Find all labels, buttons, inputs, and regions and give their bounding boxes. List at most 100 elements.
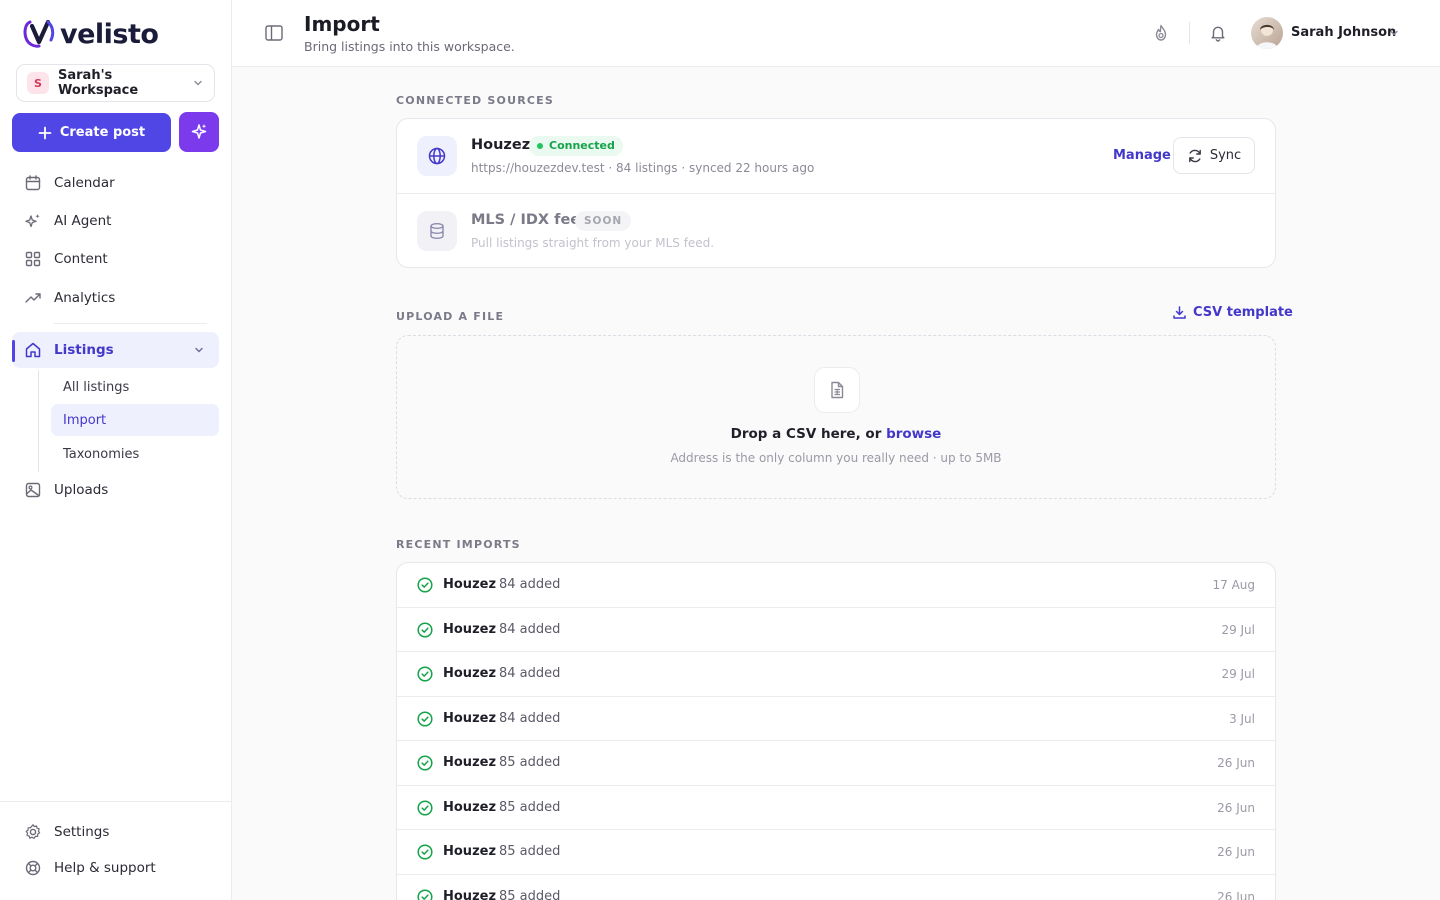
sidebar-subitem-label: Import	[63, 412, 107, 428]
csv-template-label: CSV template	[1193, 305, 1293, 320]
chevron-down-icon	[195, 347, 203, 353]
connected-sources-heading: CONNECTED SOURCES	[396, 94, 554, 107]
import-source: Houzez	[443, 799, 497, 815]
table-row[interactable]: Houzez 85 added 26 Jun	[397, 786, 1275, 830]
globe-icon	[428, 147, 446, 165]
status-badge-soon: SOON	[575, 211, 632, 231]
refresh-icon	[1188, 149, 1201, 162]
csv-dropzone[interactable]: Drop a CSV here, or browse Address is th…	[396, 335, 1276, 499]
workspace-avatar: S	[27, 72, 49, 94]
ai-magic-button[interactable]	[179, 112, 219, 152]
database-icon	[430, 223, 444, 240]
trend-icon	[25, 293, 41, 303]
dropzone-title: Drop a CSV here, or browse	[397, 426, 1275, 442]
sync-label: Sync	[1209, 148, 1242, 163]
sidebar-item-label: Uploads	[54, 482, 109, 498]
table-row[interactable]: Houzez 85 added 26 Jun	[397, 741, 1275, 786]
check-circle-icon	[417, 799, 433, 816]
home-icon	[25, 342, 41, 358]
table-row[interactable]: Houzez 84 added 29 Jul	[397, 652, 1275, 697]
status-badge-connected: Connected	[529, 136, 623, 156]
table-row[interactable]: Houzez 84 added 29 Jul	[397, 608, 1275, 652]
top-header: Import Bring listings into this workspac…	[232, 0, 1440, 67]
chevron-down-icon	[194, 80, 202, 86]
page-title: Import	[304, 12, 380, 36]
csv-template-link[interactable]: CSV template	[1172, 305, 1293, 320]
sidebar-subitem-import[interactable]: Import	[51, 404, 219, 436]
import-source: Houzez	[443, 666, 497, 681]
dropzone-title-text: Drop a CSV here, or	[730, 426, 887, 442]
sidebar-subitem-taxonomies[interactable]: Taxonomies	[51, 438, 219, 470]
source-icon-wrap	[417, 211, 457, 251]
sidebar-item-label: Analytics	[54, 290, 116, 306]
sidebar-item-listings[interactable]: Listings	[12, 332, 219, 368]
source-row-houzez: Houzez Connected https://houzezdev.test …	[397, 119, 1275, 193]
sidebar-item-content[interactable]: Content	[12, 241, 219, 277]
download-icon	[1173, 306, 1186, 319]
sidebar-item-settings[interactable]: Settings	[12, 814, 219, 850]
browse-link[interactable]: browse	[886, 426, 941, 442]
source-meta: https://houzezdev.test · 84 listings · s…	[471, 161, 815, 175]
calendar-icon	[25, 175, 41, 191]
sync-button[interactable]: Sync	[1173, 137, 1255, 174]
workspace-switcher[interactable]: S Sarah's Workspace	[16, 64, 215, 102]
table-row[interactable]: Houzez 84 added 3 Jul	[397, 697, 1275, 741]
check-circle-icon	[417, 666, 433, 682]
bell-icon[interactable]	[1208, 23, 1228, 43]
logo-mark-icon	[23, 19, 55, 48]
sidebar-footer: Settings Help & support	[0, 801, 231, 900]
table-row[interactable]: Houzez 85 added 26 Jun	[397, 875, 1275, 900]
import-count: 85 added	[499, 799, 561, 815]
import-count: 84 added	[499, 710, 561, 726]
sidebar-item-ai-agent[interactable]: AI Agent	[12, 203, 219, 239]
check-circle-icon	[417, 621, 433, 638]
check-circle-icon	[417, 710, 433, 727]
sidebar-item-label: Help & support	[54, 860, 156, 876]
user-name[interactable]: Sarah Johnson	[1291, 25, 1396, 40]
upload-heading: UPLOAD A FILE	[396, 310, 505, 323]
avatar-portrait-icon	[1256, 24, 1278, 49]
file-icon-wrap	[814, 367, 860, 413]
source-meta: Pull listings straight from your MLS fee…	[471, 236, 715, 250]
recent-imports-heading: RECENT IMPORTS	[396, 538, 521, 551]
sidebar-item-help[interactable]: Help & support	[12, 850, 219, 886]
user-avatar[interactable]	[1251, 17, 1283, 49]
create-post-button[interactable]: Create post	[12, 113, 171, 152]
manage-link[interactable]: Manage	[1113, 148, 1171, 163]
import-count: 84 added	[499, 621, 561, 637]
check-circle-icon	[417, 577, 433, 593]
import-count: 84 added	[499, 666, 561, 681]
flame-icon[interactable]	[1151, 23, 1171, 43]
sidebar-toggle-icon[interactable]	[264, 23, 284, 43]
import-date: 3 Jul	[1229, 711, 1255, 726]
sidebar-subitem-label: All listings	[63, 379, 130, 395]
sidebar-item-calendar[interactable]: Calendar	[12, 165, 219, 201]
sidebar-item-label: Calendar	[54, 175, 115, 191]
import-source: Houzez	[443, 621, 497, 637]
import-count: 84 added	[499, 577, 561, 592]
source-name: MLS / IDX feed	[471, 212, 591, 228]
brand-name: velisto	[60, 18, 159, 50]
sidebar-subitem-all-listings[interactable]: All listings	[51, 371, 219, 403]
sidebar-item-uploads[interactable]: Uploads	[12, 472, 219, 508]
import-source: Houzez	[443, 710, 497, 726]
gear-icon	[25, 824, 41, 839]
source-icon-wrap	[417, 136, 457, 176]
table-row[interactable]: Houzez 85 added 26 Jun	[397, 830, 1275, 875]
sparkles-icon	[25, 214, 40, 228]
sidebar: velisto S Sarah's Workspace Create post …	[0, 0, 232, 900]
source-row-mls: MLS / IDX feed SOON Pull listings straig…	[397, 194, 1275, 268]
import-source: Houzez	[443, 755, 497, 770]
table-row[interactable]: Houzez 84 added 17 Aug	[397, 563, 1275, 608]
page-subtitle: Bring listings into this workspace.	[304, 39, 515, 54]
submenu-guide-line	[38, 370, 39, 472]
chevron-down-icon[interactable]	[1388, 27, 1400, 39]
check-circle-icon	[417, 755, 433, 771]
check-circle-icon	[417, 844, 433, 860]
brand-logo[interactable]: velisto	[22, 18, 159, 50]
active-indicator	[12, 340, 15, 362]
sidebar-item-label: Listings	[54, 342, 114, 358]
sparkles-icon	[191, 124, 207, 139]
sidebar-item-analytics[interactable]: Analytics	[12, 280, 219, 316]
sidebar-subitem-label: Taxonomies	[63, 446, 140, 462]
